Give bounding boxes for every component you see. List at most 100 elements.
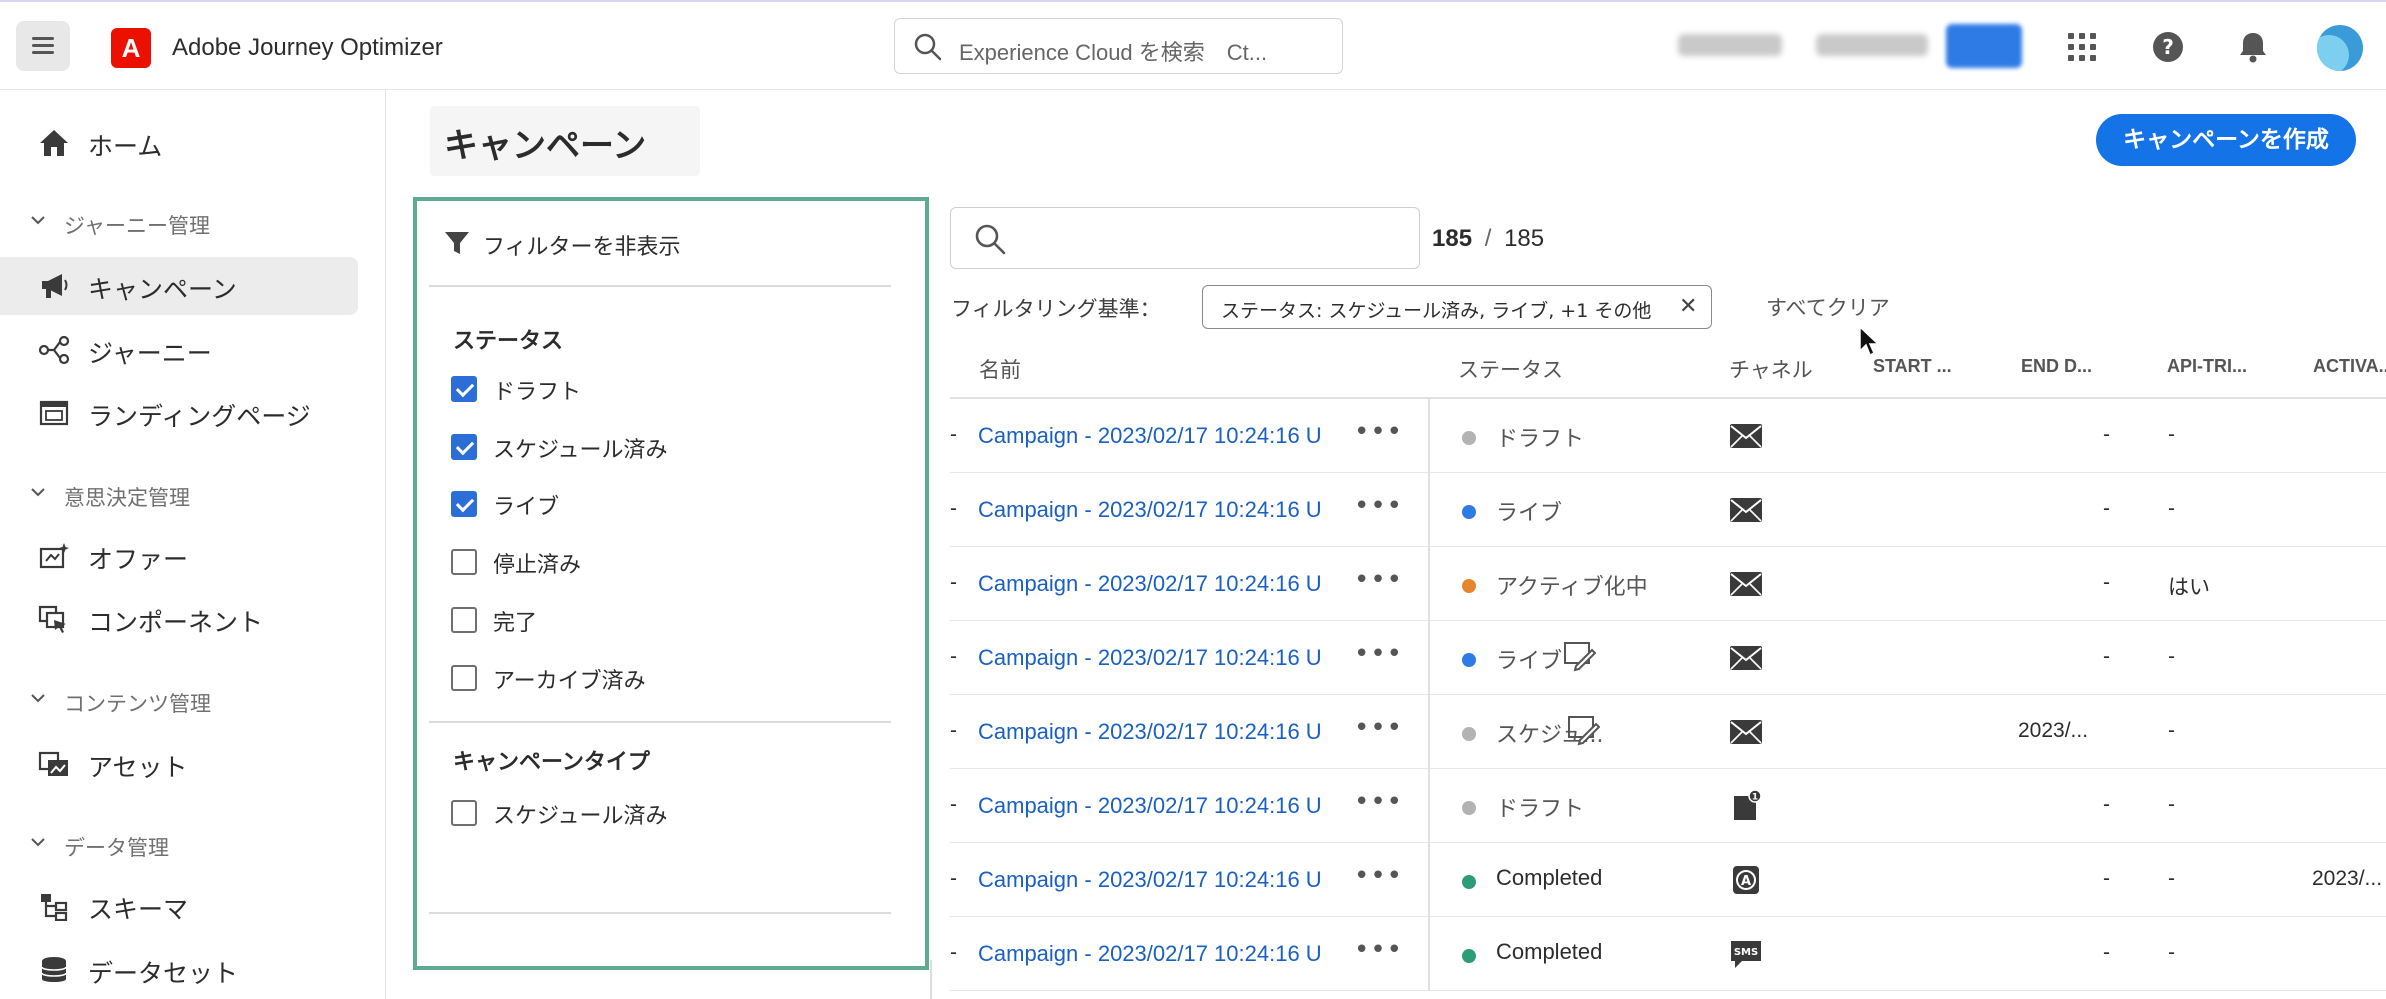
table-row[interactable]: Campaign - 2023/02/17 10:24:16 U ••• ドラフト -… [950, 399, 2386, 473]
table-row[interactable]: Campaign - 2023/02/17 10:24:16 U ••• Compl… [950, 917, 2386, 991]
menu-toggle-button[interactable] [16, 21, 70, 71]
status-label: アクティブ化中 [1496, 575, 1648, 600]
section-content-management[interactable]: コンテンツ管理 [0, 682, 358, 722]
table-row[interactable]: Campaign - 2023/02/17 10:24:16 U ••• Compl… [950, 843, 2386, 917]
column-header-status[interactable]: ステータス [1458, 354, 1563, 384]
status-dot-icon [1462, 653, 1476, 667]
more-actions-icon[interactable]: ••• [1354, 491, 1403, 521]
org-switcher[interactable] [1678, 34, 1782, 56]
email-icon [1730, 646, 1762, 670]
search-placeholder: Experience Cloud を検索 Ct... [959, 40, 1268, 65]
database-icon [41, 957, 67, 982]
campaign-name-link[interactable]: Campaign - 2023/02/17 10:24:16 U [978, 867, 1322, 893]
adobe-logo-icon[interactable]: A [111, 28, 151, 68]
campaign-search-input[interactable] [950, 207, 1420, 269]
table-row[interactable]: Campaign - 2023/02/17 10:24:16 U ••• スケジュ.… [950, 695, 2386, 769]
more-actions-icon[interactable]: ••• [1354, 861, 1403, 891]
draft-edit-icon[interactable] [1566, 713, 1600, 747]
checkbox-checked-icon[interactable] [451, 491, 477, 517]
sandbox-switcher[interactable] [1816, 34, 1928, 56]
apps-grid-icon[interactable] [2062, 27, 2102, 67]
sms-icon: SMS [1731, 941, 1761, 968]
nav-campaigns[interactable]: キャンペーン [0, 257, 358, 315]
checkbox-unchecked-icon[interactable] [451, 800, 477, 826]
more-actions-icon[interactable]: ••• [1354, 639, 1403, 669]
clear-all-filters-button[interactable]: すべてクリア [1766, 292, 1890, 322]
nav-datasets[interactable]: データセット [0, 941, 358, 999]
global-search-input[interactable]: Experience Cloud を検索 Ct... [894, 18, 1343, 74]
more-actions-icon[interactable]: ••• [1354, 417, 1403, 447]
filter-panel: フィルターを非表示 ステータス ドラフト スケジュール済み ライブ 停止済み 完… [413, 197, 929, 970]
status-label: Completed [1496, 865, 1603, 890]
draft-edit-icon[interactable] [1562, 639, 1596, 673]
section-journey-management[interactable]: ジャーニー管理 [0, 204, 358, 244]
end-date-cell: - [2103, 793, 2110, 816]
status-dot-icon [1462, 875, 1476, 889]
filtered-by-label: フィルタリング基準： [951, 297, 1161, 321]
table-row[interactable]: Campaign - 2023/02/17 10:24:16 U ••• ドラフト 1… [950, 769, 2386, 843]
left-nav: ホーム ジャーニー管理 キャンペーン ジャーニー ランディングページ 意思決定管… [0, 90, 386, 999]
nav-assets[interactable]: アセット [0, 735, 358, 793]
nav-offers[interactable]: オファー [0, 527, 358, 585]
activation-cell: 2023/... [2312, 867, 2383, 890]
column-header-start-date[interactable]: START ... [1873, 356, 1952, 377]
divider [1428, 769, 1430, 843]
campaign-name-link[interactable]: Campaign - 2023/02/17 10:24:16 U [978, 645, 1322, 671]
checkbox-unchecked-icon[interactable] [451, 549, 477, 575]
table-row[interactable]: Campaign - 2023/02/17 10:24:16 U ••• ライブ - -… [950, 473, 2386, 547]
notification-bell-icon[interactable] [2233, 27, 2273, 67]
section-decision-management[interactable]: 意思決定管理 [0, 476, 358, 516]
campaign-name-link[interactable]: Campaign - 2023/02/17 10:24:16 U [978, 423, 1322, 449]
column-header-name[interactable]: 名前 [979, 354, 1021, 384]
active-filter-tag[interactable]: ステータス: スケジュール済み, ライブ, +1 その他 ✕ [1202, 285, 1712, 329]
mouse-cursor-icon [1859, 325, 1880, 357]
environment-badge[interactable] [1946, 24, 2022, 68]
nav-journeys[interactable]: ジャーニー [0, 321, 358, 379]
api-triggered-cell: - [2168, 719, 2175, 742]
user-avatar[interactable] [2317, 25, 2363, 71]
campaign-name-link[interactable]: Campaign - 2023/02/17 10:24:16 U [978, 497, 1322, 523]
start-date-cell: - [950, 867, 957, 890]
campaign-name-link[interactable]: Campaign - 2023/02/17 10:24:16 U [978, 571, 1322, 597]
column-header-channel[interactable]: チャネル [1729, 354, 1813, 384]
divider [429, 721, 891, 723]
nav-landing-pages[interactable]: ランディングページ [0, 384, 358, 442]
more-actions-icon[interactable]: ••• [1354, 713, 1403, 743]
checkbox-checked-icon[interactable] [451, 376, 477, 402]
column-header-api-triggered[interactable]: API-TRI... [2167, 356, 2247, 377]
page-title: キャンペーン [430, 106, 700, 176]
status-dot-icon [1462, 727, 1476, 741]
hamburger-icon [32, 37, 54, 40]
more-actions-icon[interactable]: ••• [1354, 787, 1403, 817]
table-row[interactable]: Campaign - 2023/02/17 10:24:16 U ••• ライブ - -… [950, 621, 2386, 695]
more-actions-icon[interactable]: ••• [1354, 935, 1403, 965]
checkbox-unchecked-icon[interactable] [451, 607, 477, 633]
remove-filter-icon[interactable]: ✕ [1679, 294, 1697, 319]
more-actions-icon[interactable]: ••• [1354, 565, 1403, 595]
journey-icon [38, 335, 70, 365]
nav-home[interactable]: ホーム [0, 114, 358, 172]
column-header-end-date[interactable]: END D... [2021, 356, 2092, 377]
start-date-cell: - [950, 941, 957, 964]
api-triggered-cell: - [2168, 867, 2175, 890]
status-filter-heading: ステータス [453, 329, 564, 354]
chevron-down-icon [31, 488, 45, 497]
nav-components[interactable]: コンポーネント [0, 590, 358, 648]
checkbox-checked-icon[interactable] [451, 434, 477, 460]
create-campaign-button[interactable]: キャンペーンを作成 [2096, 114, 2356, 166]
section-data-management[interactable]: データ管理 [0, 826, 358, 866]
search-icon [975, 224, 1006, 255]
end-date-cell: - [2103, 645, 2110, 668]
table-row[interactable]: Campaign - 2023/02/17 10:24:16 U ••• アクティブ… [950, 547, 2386, 621]
campaign-name-link[interactable]: Campaign - 2023/02/17 10:24:16 U [978, 941, 1322, 967]
campaign-name-link[interactable]: Campaign - 2023/02/17 10:24:16 U [978, 793, 1322, 819]
campaign-name-link[interactable]: Campaign - 2023/02/17 10:24:16 U [978, 719, 1322, 745]
nav-schemas[interactable]: スキーマ [0, 877, 358, 935]
column-header-activation[interactable]: ACTIVA... [2313, 356, 2386, 377]
svg-text:1: 1 [1752, 793, 1758, 803]
help-icon[interactable]: ? [2148, 27, 2188, 67]
checkbox-unchecked-icon[interactable] [451, 665, 477, 691]
app-name[interactable]: Adobe Journey Optimizer [172, 34, 443, 62]
svg-text:?: ? [2162, 35, 2174, 59]
status-dot-icon [1462, 579, 1476, 593]
